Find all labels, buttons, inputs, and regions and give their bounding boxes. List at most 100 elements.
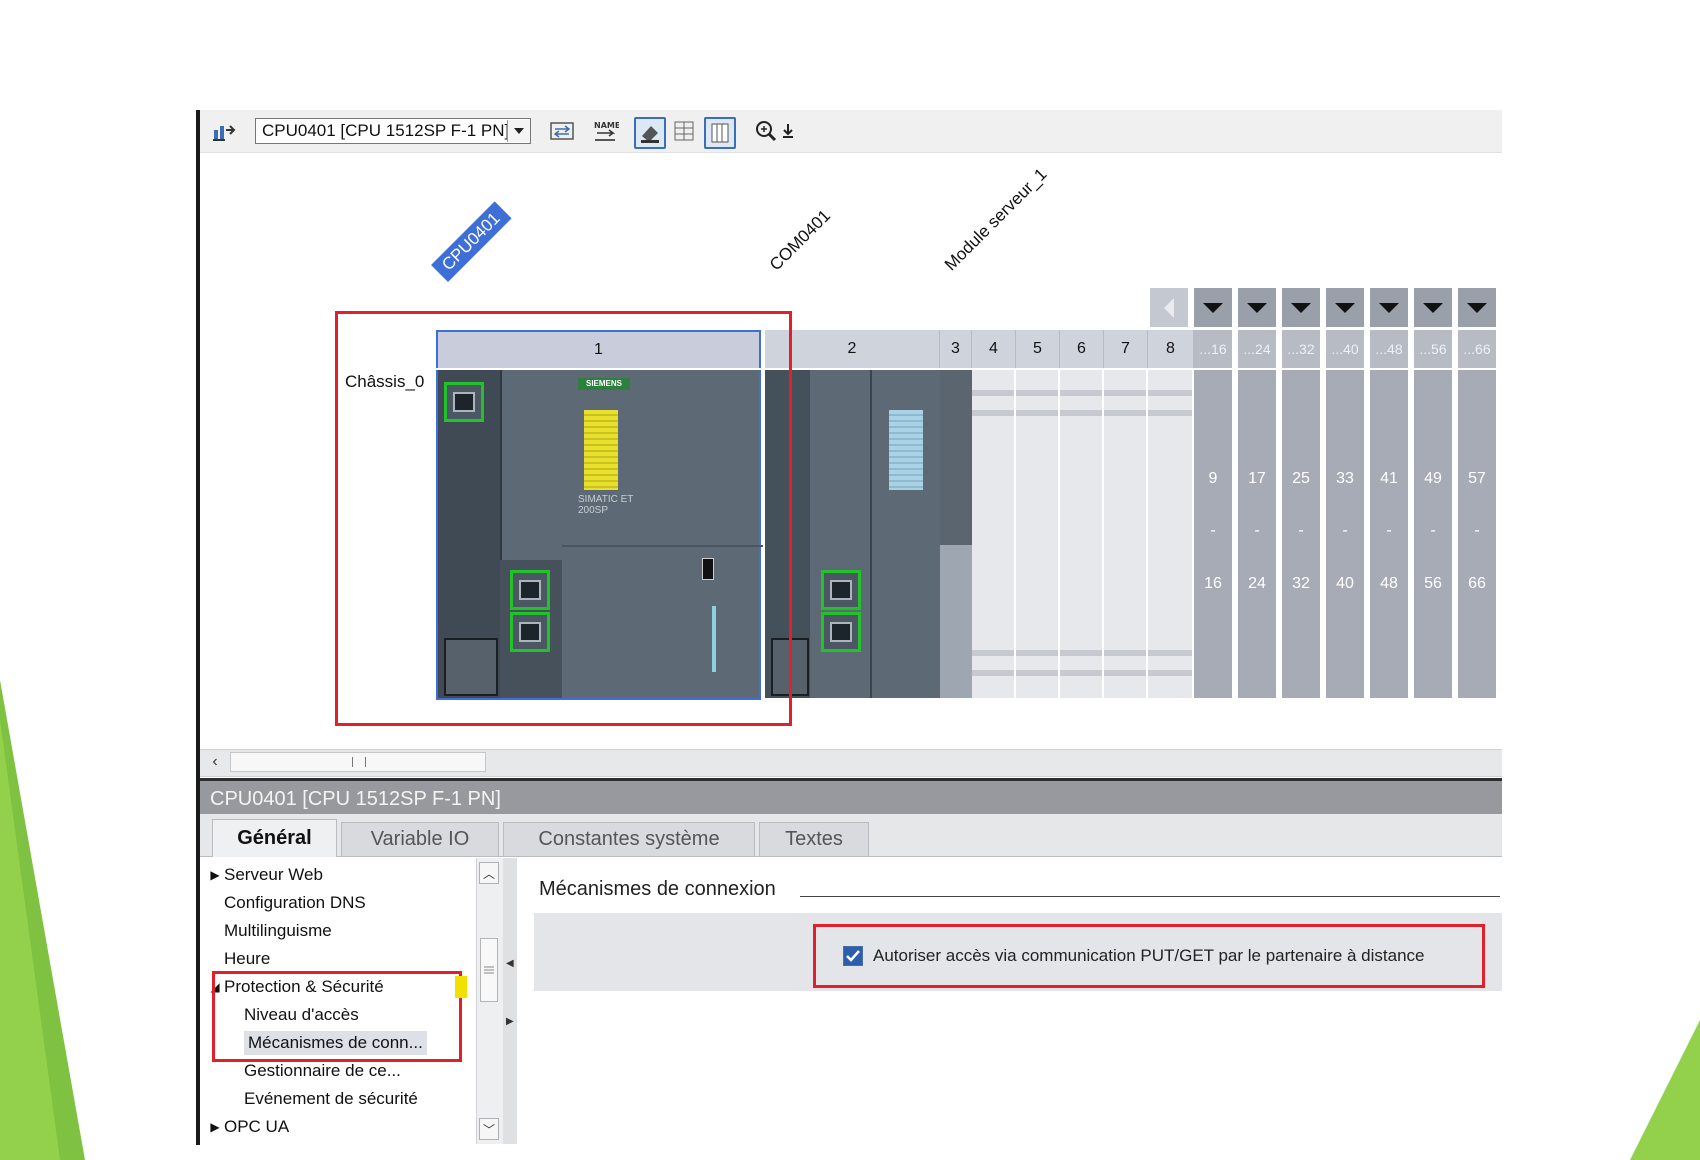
grip-icon <box>352 757 366 767</box>
range-dash: - <box>1474 522 1480 539</box>
empty-slot[interactable] <box>1104 370 1148 698</box>
tree-vertical-scrollbar[interactable]: ︿ ﹀ <box>476 858 503 1144</box>
range-dash: - <box>1386 522 1392 539</box>
group-header[interactable]: ...32 <box>1282 330 1323 368</box>
range-start: 33 <box>1336 470 1354 487</box>
device-label-cpu[interactable]: CPU0401 <box>431 201 512 282</box>
range-start: 25 <box>1292 470 1310 487</box>
group-slot-range[interactable]: 9 - 16 <box>1194 370 1235 698</box>
range-dash: - <box>1342 522 1348 539</box>
slot-number: 3 <box>951 340 960 357</box>
tree-item[interactable]: Evénement de sécurité <box>200 1086 418 1112</box>
range-start: 9 <box>1208 470 1218 487</box>
device-label-com[interactable]: COM0401 <box>766 206 835 275</box>
range-start: 57 <box>1468 470 1486 487</box>
expand-arrow-icon[interactable]: ▶ <box>506 1016 514 1027</box>
group-header[interactable]: ...40 <box>1326 330 1367 368</box>
panel-splitter[interactable]: ◀ ▶ <box>503 858 517 1144</box>
device-view-toolbar: CPU0401 [CPU 1512SP F-1 PN] NAME <box>200 110 1502 153</box>
group-header[interactable]: ...66 <box>1458 330 1499 368</box>
scroll-thumb[interactable] <box>230 752 486 772</box>
slot-header-4[interactable]: 4 <box>972 330 1016 368</box>
group-header[interactable]: ...16 <box>1194 330 1235 368</box>
slot-header-6[interactable]: 6 <box>1060 330 1104 368</box>
scroll-thumb[interactable] <box>480 938 498 1002</box>
range-start: 49 <box>1424 470 1442 487</box>
collapse-left-button[interactable] <box>1150 288 1191 327</box>
group-dropdown-button[interactable] <box>1370 288 1411 327</box>
zoom-icon[interactable] <box>752 117 780 145</box>
group-slot-range[interactable]: 57 - 66 <box>1458 370 1499 698</box>
slot-header-7[interactable]: 7 <box>1104 330 1148 368</box>
triangle-down-icon <box>1291 302 1311 313</box>
group-slot-range[interactable]: 33 - 40 <box>1326 370 1367 698</box>
group-dropdown-button[interactable] <box>1282 288 1323 327</box>
range-dash: - <box>1210 522 1216 539</box>
tree-item-label: Configuration DNS <box>224 893 366 912</box>
group-slot-range[interactable]: 25 - 32 <box>1282 370 1323 698</box>
group-dropdown-button[interactable] <box>1238 288 1279 327</box>
expand-caret-icon[interactable]: ▶ <box>206 868 224 882</box>
triangle-down-icon <box>1423 302 1443 313</box>
range-end: 32 <box>1292 575 1310 592</box>
group-dropdown-button[interactable] <box>1414 288 1455 327</box>
rename-icon[interactable]: NAME <box>592 117 620 145</box>
slot-header-3[interactable]: 3 <box>940 330 972 368</box>
triangle-down-icon <box>1467 302 1487 313</box>
topology-view-icon[interactable] <box>634 117 666 149</box>
chevron-up-icon[interactable]: ︿ <box>479 862 499 884</box>
server-module[interactable] <box>940 370 972 698</box>
device-label-server-module[interactable]: Module serveur_1 <box>941 165 1051 275</box>
highlight-tree-items <box>212 971 462 1062</box>
tree-item[interactable]: Configuration DNS <box>200 890 366 916</box>
group-slot-range[interactable]: 49 - 56 <box>1414 370 1455 698</box>
tab-texts[interactable]: Textes <box>759 822 869 856</box>
range-dash: - <box>1254 522 1260 539</box>
collapse-arrow-icon[interactable]: ◀ <box>506 958 514 969</box>
tree-item[interactable]: ▶ OPC UA <box>200 1114 289 1140</box>
group-header[interactable]: ...56 <box>1414 330 1455 368</box>
tree-item[interactable]: Multilinguisme <box>200 918 332 944</box>
group-slot-range[interactable]: 17 - 24 <box>1238 370 1279 698</box>
swap-icon[interactable] <box>548 117 576 145</box>
range-end: 56 <box>1424 575 1442 592</box>
group-dropdown-button[interactable] <box>1194 288 1235 327</box>
group-header[interactable]: ...48 <box>1370 330 1411 368</box>
group-slot-range[interactable]: 41 - 48 <box>1370 370 1411 698</box>
tree-item-label: OPC UA <box>224 1117 290 1136</box>
properties-tabs: Général Variable IO Constantes système T… <box>200 814 1502 857</box>
group-header[interactable]: ...24 <box>1238 330 1279 368</box>
slot-header-5[interactable]: 5 <box>1016 330 1060 368</box>
terminal-strip-blue <box>889 410 923 490</box>
chevron-down-icon[interactable]: ﹀ <box>479 1118 499 1140</box>
right-green-decoration <box>1630 1020 1700 1160</box>
tree-item[interactable]: Heure <box>200 946 270 972</box>
empty-slot[interactable] <box>1060 370 1104 698</box>
empty-slot[interactable] <box>972 370 1016 698</box>
properties-content: Mécanismes de connexion Autoriser accès … <box>517 858 1502 1144</box>
download-icon[interactable] <box>778 117 798 145</box>
tree-item[interactable]: ▶ Serveur Web <box>200 862 323 888</box>
slot-header-8[interactable]: 8 <box>1148 330 1194 368</box>
empty-slot[interactable] <box>1148 370 1194 698</box>
section-divider <box>800 896 1500 897</box>
tab-system-constants[interactable]: Constantes système <box>503 822 755 856</box>
canvas-horizontal-scrollbar[interactable]: ‹ <box>200 749 1502 777</box>
empty-slot[interactable] <box>1016 370 1060 698</box>
device-select[interactable]: CPU0401 [CPU 1512SP F-1 PN] <box>255 118 531 144</box>
ethernet-port-icon <box>821 570 861 610</box>
tab-variable-io[interactable]: Variable IO <box>341 822 499 856</box>
network-icon[interactable] <box>210 117 238 145</box>
svg-text:NAME: NAME <box>594 121 619 130</box>
section-title: Mécanismes de connexion <box>539 878 776 900</box>
expand-caret-icon[interactable]: ▶ <box>206 1120 224 1134</box>
columns-view-icon[interactable] <box>704 117 736 149</box>
dropdown-arrow-icon[interactable] <box>507 120 530 142</box>
group-dropdown-button[interactable] <box>1458 288 1499 327</box>
tab-general[interactable]: Général <box>212 819 337 857</box>
group-dropdown-button[interactable] <box>1326 288 1367 327</box>
chevron-left-icon[interactable]: ‹ <box>206 753 224 771</box>
grid-view-icon[interactable] <box>670 117 698 145</box>
tree-item-label: Gestionnaire de ce... <box>244 1061 401 1080</box>
properties-title: CPU0401 [CPU 1512SP F-1 PN] <box>200 778 1502 814</box>
